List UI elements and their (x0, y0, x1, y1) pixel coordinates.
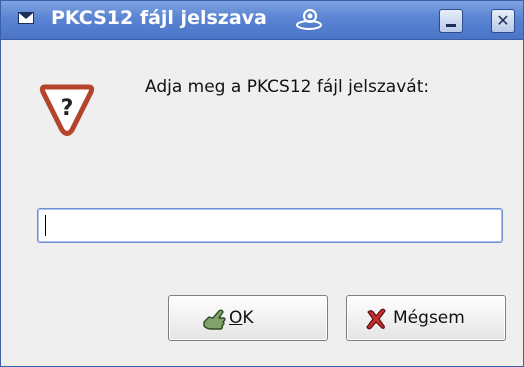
ok-hand-icon (203, 309, 226, 330)
ok-label: OK (229, 308, 254, 328)
swirl-icon (296, 9, 322, 30)
cancel-x-icon (366, 308, 386, 330)
ok-button[interactable]: OK (168, 295, 328, 341)
dialog-window: PKCS12 fájl jelszava ✕ ? Adja meg a PKCS… (0, 0, 524, 367)
svg-text:?: ? (61, 96, 74, 121)
prompt-label: Adja meg a PKCS12 fájl jelszavát: (145, 77, 430, 97)
cancel-button[interactable]: Mégsem (346, 295, 506, 341)
question-icon: ? (39, 84, 95, 136)
window-title: PKCS12 fájl jelszava (51, 7, 267, 29)
minimize-button[interactable] (439, 9, 463, 33)
cancel-label: Mégsem (393, 308, 465, 328)
password-field[interactable] (37, 208, 503, 243)
titlebar[interactable]: PKCS12 fájl jelszava ✕ (1, 1, 523, 40)
window-menu-icon[interactable] (18, 12, 34, 24)
close-button[interactable]: ✕ (491, 9, 515, 33)
close-icon: ✕ (496, 11, 510, 30)
text-caret (45, 215, 46, 236)
minimize-icon (446, 24, 456, 27)
